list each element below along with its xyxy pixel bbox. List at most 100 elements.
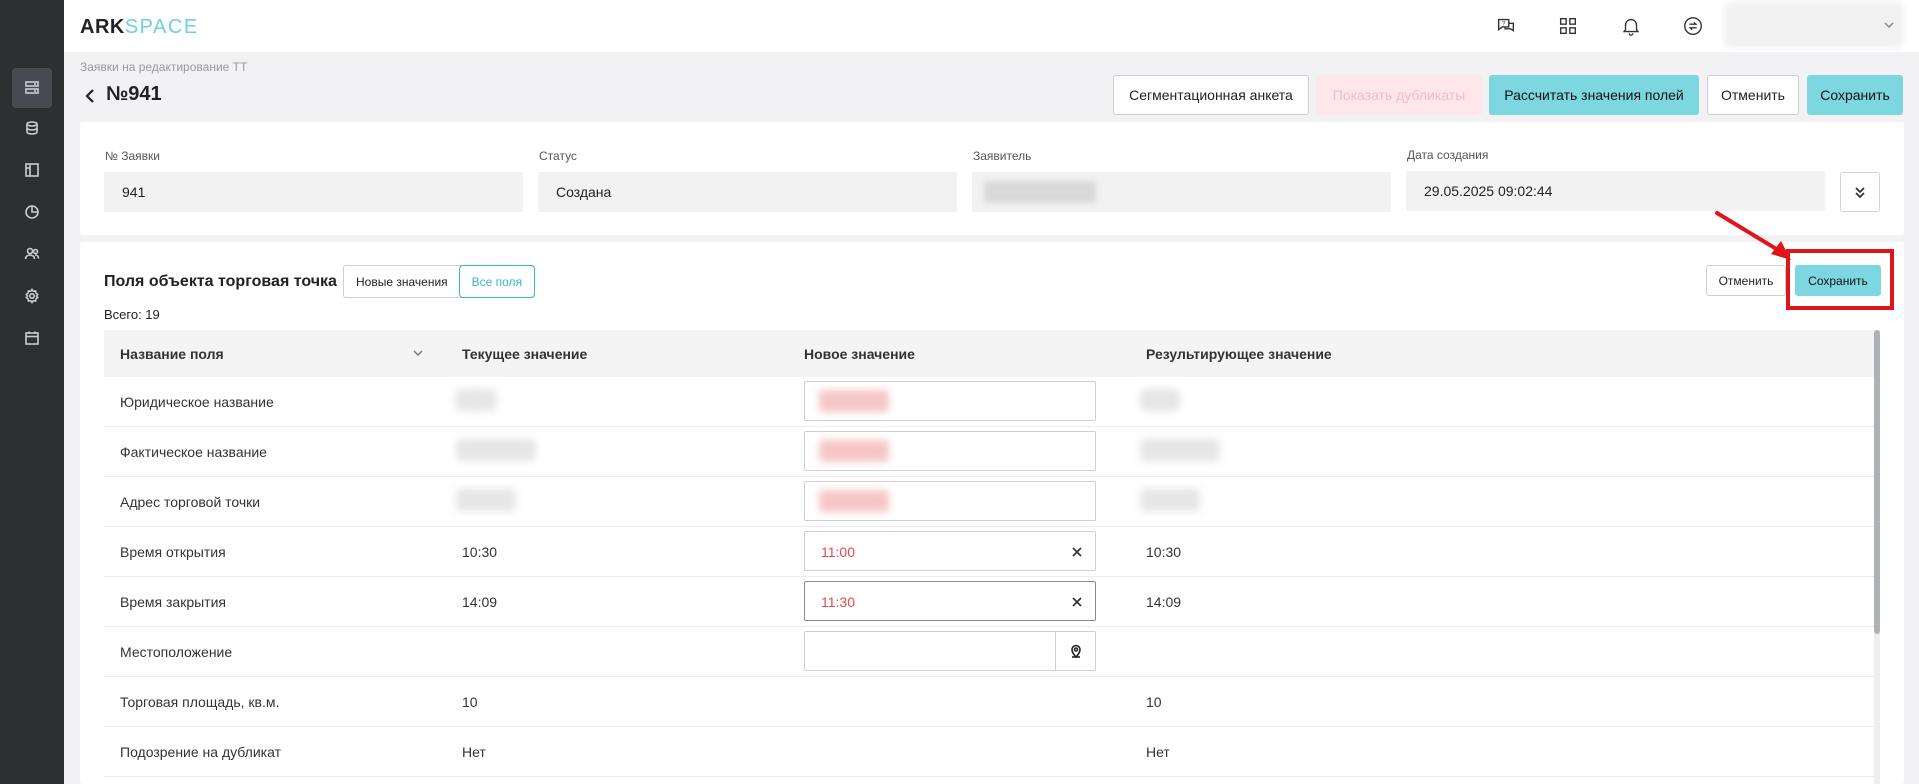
row-new-value-input[interactable] [804, 381, 1096, 421]
fields-cancel-button[interactable]: Отменить [1706, 265, 1786, 296]
column-header-current: Текущее значение [462, 346, 588, 362]
sort-dropdown[interactable] [411, 346, 425, 360]
support-chat-button[interactable]: ? [1494, 14, 1518, 38]
sidebar-item-settings[interactable] [12, 276, 52, 316]
row-new-value-blurred [819, 440, 889, 462]
toggle-new-values[interactable]: Новые значения [344, 266, 460, 297]
users-icon [24, 247, 40, 260]
sidebar-item-database[interactable] [12, 108, 52, 148]
applicant-field [972, 172, 1391, 212]
row-current-value: 14:09 [462, 594, 498, 610]
closing-time-value: 11:30 [821, 594, 855, 610]
row-current-value: 10 [462, 694, 478, 710]
fields-total-count: Всего: 19 [104, 307, 160, 322]
row-result-value-blurred [1140, 389, 1180, 411]
calculate-fields-button[interactable]: Рассчитать значения полей [1489, 75, 1699, 115]
database-icon [26, 121, 38, 135]
table-row: Торговая площадь, кв.м. 10 10 [104, 677, 1874, 727]
save-button[interactable]: Сохранить [1807, 75, 1903, 115]
apps-grid-button[interactable] [1556, 14, 1580, 38]
sidebar-item-users[interactable] [12, 234, 52, 274]
row-new-value-input[interactable] [804, 431, 1096, 471]
fields-section-title: Поля объекта торговая точка [104, 273, 337, 290]
closing-time-input[interactable]: 11:30 [804, 581, 1096, 621]
table-scrollbar-thumb[interactable] [1874, 330, 1880, 634]
layout-icon [25, 163, 39, 177]
chevrons-down-icon [1855, 187, 1865, 199]
sidebar-item-requests[interactable] [12, 68, 52, 108]
created-date-label: Дата создания [1407, 148, 1489, 162]
request-number-label: № Заявки [105, 149, 160, 163]
row-field-name: Время открытия [120, 544, 226, 560]
back-button[interactable] [84, 86, 100, 106]
notifications-button[interactable] [1619, 14, 1643, 38]
sidebar-item-reports[interactable] [12, 192, 52, 232]
applicant-label: Заявитель [973, 149, 1032, 163]
row-current-value-blurred [456, 489, 516, 511]
table-row: Время закрытия 14:09 11:30 14:09 [104, 577, 1874, 627]
settings-icon [25, 288, 39, 304]
opening-time-input[interactable]: 11:00 [804, 531, 1096, 571]
row-new-value-blurred [819, 490, 889, 512]
clear-closing-time-button[interactable] [1071, 595, 1083, 607]
expand-info-button[interactable] [1840, 172, 1880, 212]
row-result-value: 14:09 [1146, 594, 1182, 610]
row-field-name: Торговая площадь, кв.м. [120, 694, 280, 710]
bell-icon [1622, 18, 1640, 36]
logo-secondary: SPACE [124, 16, 199, 38]
requests-icon [25, 81, 39, 94]
page-title: №941 [106, 83, 162, 105]
annotation-highlight-box [1786, 249, 1894, 310]
show-duplicates-button[interactable]: Показать дубликаты [1316, 75, 1482, 115]
row-current-value: Нет [462, 744, 486, 760]
map-pin-icon [1070, 644, 1081, 659]
breadcrumb[interactable]: Заявки на редактирование ТТ [80, 60, 247, 74]
sidebar [0, 0, 64, 784]
row-field-name: Адрес торговой точки [120, 494, 261, 510]
table-header: Название поля Текущее значение Новое зна… [104, 330, 1874, 377]
sync-icon [1684, 17, 1702, 35]
row-result-value-blurred [1140, 489, 1200, 511]
apps-grid-icon [1559, 17, 1577, 35]
status-label: Статус [539, 149, 577, 163]
row-result-value: Нет [1146, 744, 1170, 760]
table-row: Время открытия 10:30 11:00 10:30 [104, 527, 1874, 577]
opening-time-value: 11:00 [821, 544, 855, 560]
sidebar-item-layout[interactable] [12, 150, 52, 190]
segmentation-form-button[interactable]: Сегментационная анкета [1113, 75, 1309, 115]
close-icon [1072, 547, 1082, 557]
fields-filter-toggle: Новые значения Все поля [343, 265, 536, 298]
clear-opening-time-button[interactable] [1071, 545, 1083, 557]
row-result-value: 10:30 [1146, 544, 1182, 560]
row-new-value-input[interactable] [804, 481, 1096, 521]
location-input[interactable] [804, 631, 1096, 671]
request-number-field: 941 [104, 172, 523, 212]
table-row: Подозрение на дубликат Нет Нет [104, 727, 1874, 777]
row-field-name: Время закрытия [120, 594, 226, 610]
user-menu[interactable] [1724, 2, 1904, 48]
close-icon [1072, 597, 1082, 607]
row-field-name: Местоположение [120, 644, 233, 660]
pick-location-button[interactable] [1055, 632, 1095, 670]
app-logo[interactable]: ARKSPACE [80, 16, 199, 39]
status-field: Создана [538, 172, 957, 212]
annotation-arrow [1715, 211, 1791, 260]
sync-button[interactable] [1681, 14, 1705, 38]
sidebar-item-calendar[interactable] [12, 318, 52, 358]
table-row: Юридическое название [104, 377, 1874, 427]
created-date-field: 29.05.2025 09:02:44 [1406, 171, 1825, 211]
chart-icon [25, 205, 39, 219]
logo-primary: ARK [80, 16, 125, 38]
row-current-value: 10:30 [462, 544, 498, 560]
row-field-name: Юридическое название [120, 394, 274, 410]
table-row: Фактическое название [104, 427, 1874, 477]
calendar-icon [25, 331, 39, 345]
toggle-all-fields[interactable]: Все поля [458, 265, 536, 298]
table-row: Местоположение [104, 627, 1874, 677]
user-menu-chevron[interactable] [1882, 18, 1896, 32]
chevron-left-icon [85, 89, 94, 103]
column-header-field-name[interactable]: Название поля [120, 346, 224, 362]
cancel-button[interactable]: Отменить [1707, 75, 1799, 115]
row-new-value-blurred [819, 390, 889, 412]
row-result-value: 10 [1146, 694, 1162, 710]
